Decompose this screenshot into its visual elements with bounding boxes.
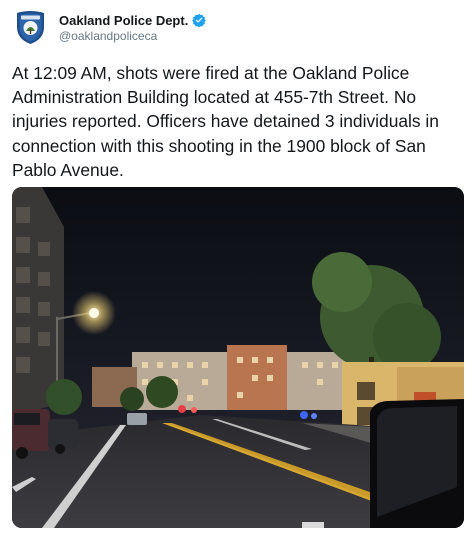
profile-avatar[interactable] — [13, 9, 48, 45]
tweet-card: Oakland Police Dept. @oaklandpoliceca At… — [0, 0, 475, 534]
author-display-name[interactable]: Oakland Police Dept. — [59, 13, 188, 28]
author-name-row: Oakland Police Dept. — [59, 11, 207, 29]
verified-badge-icon — [192, 13, 207, 27]
police-badge-icon — [17, 11, 44, 44]
tweet-text: At 12:09 AM, shots were fired at the Oak… — [12, 63, 439, 180]
tweet-photo[interactable] — [12, 187, 464, 528]
author-handle[interactable]: @oaklandpoliceca — [59, 29, 157, 43]
night-street-photo — [12, 187, 464, 528]
